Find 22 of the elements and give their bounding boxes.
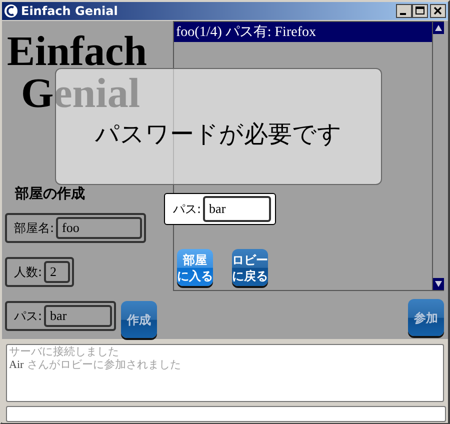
field-label: パス: bbox=[14, 308, 42, 324]
field-label: 部屋名: bbox=[14, 220, 54, 236]
scroll-down-icon[interactable] bbox=[433, 278, 444, 290]
field-label: 人数: bbox=[14, 264, 42, 280]
field-label: パス: bbox=[173, 200, 202, 218]
enter-room-button[interactable]: 部屋 に入る bbox=[177, 249, 213, 286]
minimize-icon[interactable] bbox=[396, 4, 412, 18]
room-list-item[interactable]: foo(1/4) パス有: Firefox bbox=[174, 22, 432, 42]
chat-input[interactable] bbox=[6, 406, 446, 422]
maximize-icon[interactable] bbox=[412, 4, 428, 18]
log-line: サーバに接続しました bbox=[9, 345, 120, 358]
scroll-up-icon[interactable] bbox=[433, 22, 444, 34]
logo-text: Einfach bbox=[7, 31, 148, 73]
log-line: Air さんがロビーに参加されました bbox=[9, 358, 182, 372]
input-field[interactable]: foo bbox=[56, 217, 142, 239]
close-icon[interactable] bbox=[430, 4, 446, 18]
password-field[interactable]: bar bbox=[203, 196, 272, 222]
section-heading: 部屋の作成 bbox=[15, 186, 86, 203]
input-field[interactable]: 2 bbox=[44, 261, 70, 283]
input-field[interactable]: bar bbox=[44, 305, 112, 327]
window-title: Einfach Genial bbox=[21, 4, 119, 18]
app-icon bbox=[4, 4, 18, 18]
